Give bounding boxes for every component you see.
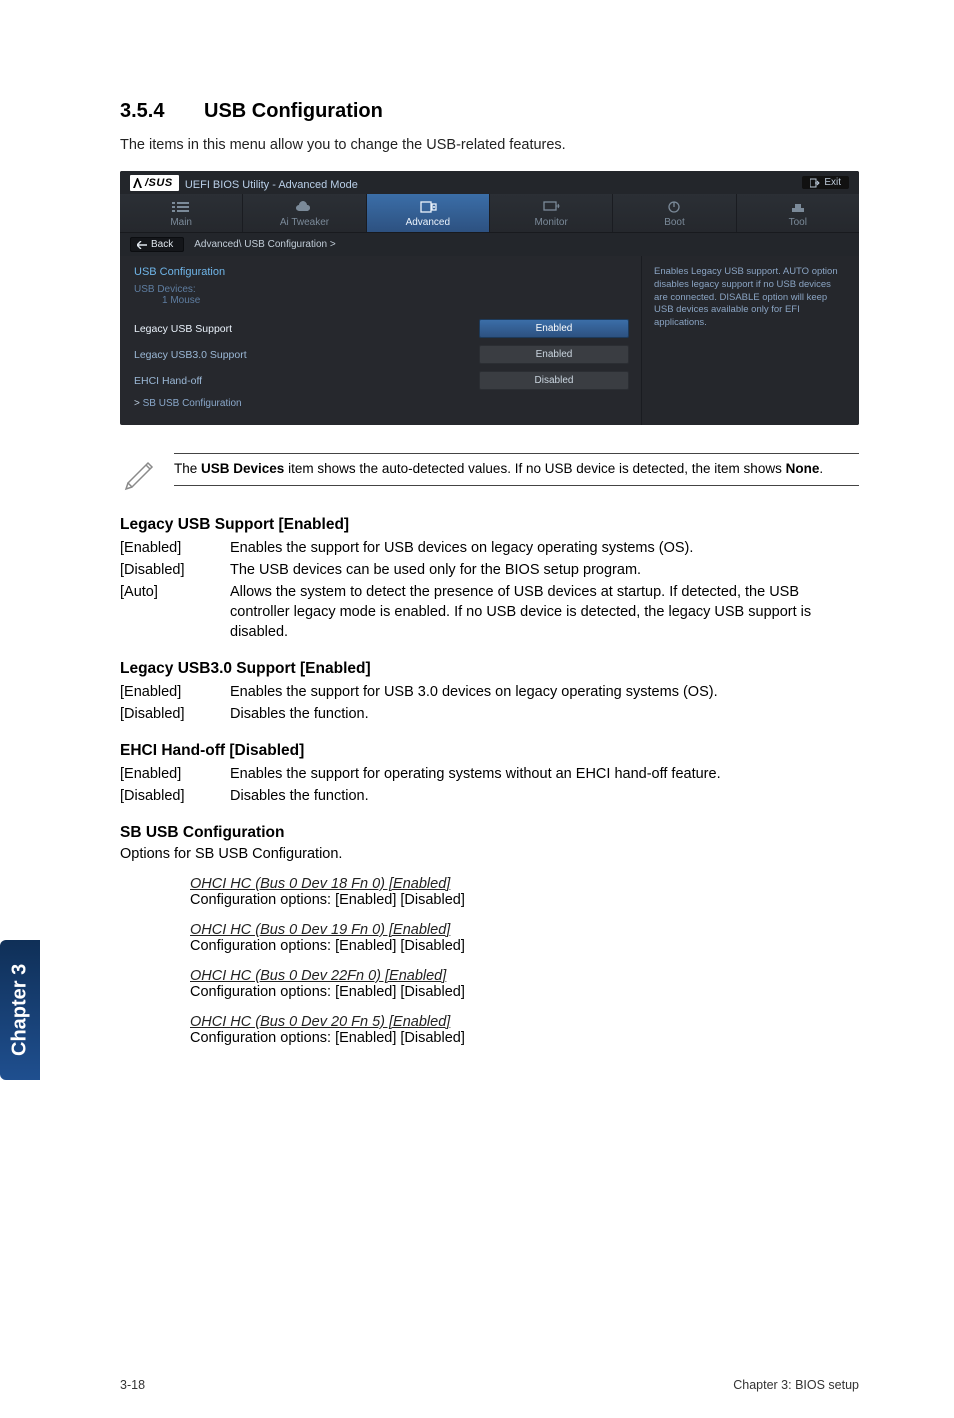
cloud-icon (295, 200, 313, 214)
usb-devices-info: USB Devices: 1 Mouse (134, 284, 629, 306)
monitor-icon (542, 200, 560, 214)
breadcrumb-path: Advanced\ USB Configuration > (194, 239, 335, 250)
exit-icon (810, 178, 820, 188)
usb-config-heading: USB Configuration (134, 266, 629, 278)
option-value[interactable]: Enabled (479, 345, 629, 364)
legacy-usb-section-title: Legacy USB Support [Enabled] (120, 516, 859, 534)
desc-row: [Enabled]Enables the support for operati… (120, 764, 859, 784)
ehci-section-title: EHCI Hand-off [Disabled] (120, 742, 859, 760)
chip-icon (419, 200, 437, 214)
desc-row: [Disabled]Disables the function. (120, 704, 859, 724)
option-label: Legacy USB Support (134, 323, 479, 335)
bios-breadcrumb: Back Advanced\ USB Configuration > (120, 233, 859, 256)
footer-chapter: Chapter 3: BIOS setup (733, 1378, 859, 1392)
tab-ai-tweaker[interactable]: Ai Tweaker (243, 194, 366, 232)
tab-tool[interactable]: Tool (737, 194, 859, 232)
sb-usb-config-link[interactable]: > SB USB Configuration (134, 394, 629, 411)
option-label: EHCI Hand-off (134, 375, 479, 387)
sb-usb-section-title: SB USB Configuration (120, 824, 859, 842)
ohci-item: OHCI HC (Bus 0 Dev 19 Fn 0) [Enabled] Co… (190, 922, 859, 954)
back-arrow-icon (137, 241, 147, 249)
exit-button[interactable]: Exit (802, 176, 849, 189)
brand-logo: /SUS (130, 175, 179, 191)
bios-tabs: Main Ai Tweaker Advanced Monitor Boot To… (120, 194, 859, 233)
tool-icon (789, 200, 807, 214)
tab-label: Main (120, 217, 242, 228)
bios-settings-panel: USB Configuration USB Devices: 1 Mouse L… (120, 256, 641, 425)
ohci-item: OHCI HC (Bus 0 Dev 22Fn 0) [Enabled] Con… (190, 968, 859, 1000)
intro-text: The items in this menu allow you to chan… (120, 137, 859, 153)
desc-row: [Auto]Allows the system to detect the pr… (120, 582, 859, 642)
option-legacy-usb[interactable]: Legacy USB Support Enabled (134, 316, 629, 342)
sb-usb-body: Options for SB USB Configuration. (120, 846, 859, 862)
option-label: Legacy USB3.0 Support (134, 349, 479, 361)
option-legacy-usb3[interactable]: Legacy USB3.0 Support Enabled (134, 342, 629, 368)
tab-label: Advanced (367, 217, 489, 228)
option-ehci-handoff[interactable]: EHCI Hand-off Disabled (134, 368, 629, 394)
bios-window: /SUS UEFI BIOS Utility - Advanced Mode E… (120, 171, 859, 425)
tab-label: Monitor (490, 217, 612, 228)
desc-row: [Disabled]The USB devices can be used on… (120, 560, 859, 580)
bios-title: /SUS UEFI BIOS Utility - Advanced Mode (130, 175, 358, 191)
bios-help-panel: Enables Legacy USB support. AUTO option … (641, 256, 859, 425)
tab-main[interactable]: Main (120, 194, 243, 232)
tab-monitor[interactable]: Monitor (490, 194, 613, 232)
list-icon (172, 200, 190, 214)
page-footer: 3-18 Chapter 3: BIOS setup (0, 1378, 954, 1392)
tab-label: Boot (613, 217, 735, 228)
ohci-item: OHCI HC (Bus 0 Dev 18 Fn 0) [Enabled] Co… (190, 876, 859, 908)
note-icon (120, 453, 158, 496)
page-number: 3-18 (120, 1378, 145, 1392)
tab-label: Ai Tweaker (243, 217, 365, 228)
section-number: 3.5.4 (120, 100, 204, 123)
desc-row: [Enabled]Enables the support for USB dev… (120, 538, 859, 558)
tab-boot[interactable]: Boot (613, 194, 736, 232)
ohci-item: OHCI HC (Bus 0 Dev 20 Fn 5) [Enabled] Co… (190, 1014, 859, 1046)
exit-label: Exit (824, 177, 841, 188)
note-box: The USB Devices item shows the auto-dete… (120, 453, 859, 496)
back-button[interactable]: Back (130, 237, 184, 252)
option-value[interactable]: Enabled (479, 319, 629, 338)
section-heading: 3.5.4USB Configuration (120, 100, 859, 123)
section-title-text: USB Configuration (204, 100, 383, 122)
note-text: The USB Devices item shows the auto-dete… (174, 453, 859, 486)
side-chapter-tab: Chapter 3 (0, 940, 40, 1080)
option-value[interactable]: Disabled (479, 371, 629, 390)
tab-advanced[interactable]: Advanced (367, 194, 490, 232)
back-label: Back (151, 239, 173, 250)
tab-label: Tool (737, 217, 859, 228)
power-icon (665, 200, 683, 214)
desc-row: [Disabled]Disables the function. (120, 786, 859, 806)
desc-row: [Enabled]Enables the support for USB 3.0… (120, 682, 859, 702)
legacy-usb3-section-title: Legacy USB3.0 Support [Enabled] (120, 660, 859, 678)
